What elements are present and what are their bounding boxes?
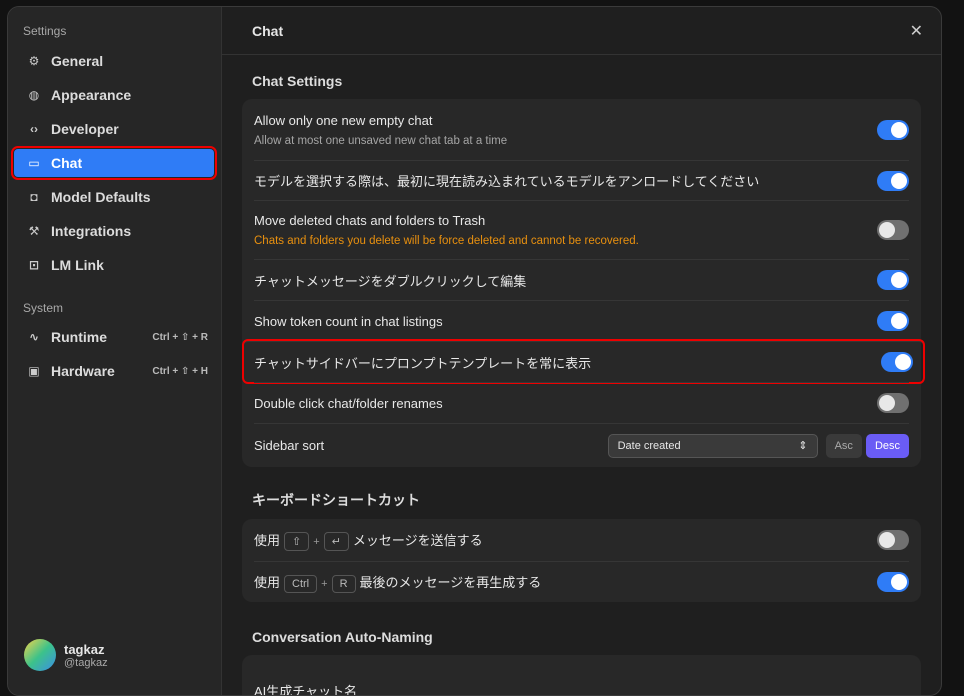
label: Hardware	[51, 363, 115, 379]
setting-row: モデルを選択する際は、最初に現在読み込まれているモデルをアンロードしてください	[254, 160, 909, 200]
chat-settings-card: Allow only one new empty chat Allow at mo…	[242, 99, 921, 467]
auto-naming-card: AI生成チャット名	[242, 655, 921, 696]
shortcut-row: 使用 Ctrl + R 最後のメッセージを再生成する	[254, 561, 909, 602]
user-profile[interactable]: tagkaz@tagkaz	[24, 639, 108, 671]
setting-label: 最後のメッセージを再生成する	[360, 575, 542, 590]
sidebar-item-chat[interactable]: ▭ Chat	[14, 149, 214, 177]
setting-row: チャットメッセージをダブルクリックして編集	[254, 259, 909, 300]
toggle-double-click-edit[interactable]	[877, 270, 909, 290]
prefix: 使用	[254, 533, 280, 548]
setting-row: Double click chat/folder renames	[254, 382, 909, 423]
settings-sidebar: Settings ⚙ General ◍ Appearance ‹› Develope…	[8, 7, 222, 695]
label: Developer	[51, 121, 119, 137]
toggle-token-count[interactable]	[877, 311, 909, 331]
auto-naming-heading: Conversation Auto-Naming	[252, 629, 433, 645]
page-title: Chat	[222, 7, 941, 55]
setting-label: Sidebar sort	[254, 438, 608, 453]
toggle-shift-enter-send[interactable]	[877, 530, 909, 550]
warning-text: Chats and folders you delete will be for…	[254, 235, 877, 247]
key-ctrl: Ctrl	[284, 575, 317, 593]
select-value: Date created	[618, 440, 681, 452]
hammer-icon: ⚒	[26, 224, 42, 238]
toggle-move-to-trash[interactable]	[877, 220, 909, 240]
key-shift: ⇧	[284, 532, 309, 551]
sidebar-item-developer[interactable]: ‹› Developer	[14, 115, 214, 143]
desc-button[interactable]: Desc	[866, 434, 909, 458]
toggle-prompt-template[interactable]	[881, 352, 913, 372]
setting-row: Move deleted chats and folders to Trash C…	[254, 200, 909, 259]
setting-label: モデルを選択する際は、最初に現在読み込まれているモデルをアンロードしてください	[254, 171, 877, 190]
setting-label: Allow only one new empty chat	[254, 113, 877, 128]
gear-icon: ⚙	[26, 54, 42, 68]
sidebar-item-lm-link[interactable]: ⊡ LM Link	[14, 251, 214, 279]
settings-dialog: Settings ⚙ General ◍ Appearance ‹› Develope…	[7, 6, 942, 696]
label: Integrations	[51, 223, 131, 239]
label: LM Link	[51, 257, 104, 273]
setting-label: AI生成チャット名	[254, 659, 909, 696]
setting-label: チャットサイドバーにプロンプトテンプレートを常に表示	[254, 353, 881, 372]
setting-description: Allow at most one unsaved new chat tab a…	[254, 135, 877, 147]
close-icon[interactable]: ✕	[910, 21, 923, 41]
palette-icon: ◍	[26, 88, 42, 102]
toggle-unload-model[interactable]	[877, 171, 909, 191]
chat-bubble-icon: ▭	[26, 156, 42, 170]
sidebar-item-general[interactable]: ⚙ General	[14, 47, 214, 75]
settings-section-label: Settings	[8, 24, 81, 38]
settings-content: Chat ✕ Chat Settings Allow only one new …	[222, 7, 941, 695]
shortcuts-card: 使用 ⇧ + ↵ メッセージを送信する 使用 Ctrl + R 最後のメッセージを再生成する	[242, 519, 921, 602]
robot-icon: ◘	[26, 190, 42, 204]
label: Chat	[51, 155, 82, 171]
user-name: tagkaz	[64, 642, 108, 657]
code-icon: ‹›	[26, 122, 42, 136]
toggle-one-empty-chat[interactable]	[877, 120, 909, 140]
label: Appearance	[51, 87, 131, 103]
setting-label: Move deleted chats and folders to Trash	[254, 213, 877, 228]
sidebar-item-runtime[interactable]: ∿ Runtime Ctrl + ⇧ + R	[14, 323, 214, 351]
setting-label: チャットメッセージをダブルクリックして編集	[254, 271, 877, 290]
setting-label: Double click chat/folder renames	[254, 396, 877, 411]
plus: +	[321, 578, 327, 590]
sidebar-item-appearance[interactable]: ◍ Appearance	[14, 81, 214, 109]
asc-button[interactable]: Asc	[826, 434, 862, 458]
user-handle: @tagkaz	[64, 657, 108, 669]
toggle-double-click-rename[interactable]	[877, 393, 909, 413]
setting-row: AI生成チャット名	[254, 655, 909, 696]
setting-label: メッセージを送信する	[353, 533, 483, 548]
setting-row: Show token count in chat listings	[254, 300, 909, 341]
label: Model Defaults	[51, 189, 151, 205]
prefix: 使用	[254, 575, 280, 590]
activity-icon: ∿	[26, 330, 42, 344]
setting-row-highlighted: チャットサイドバーにプロンプトテンプレートを常に表示	[244, 341, 923, 382]
setting-row: Allow only one new empty chat Allow at mo…	[254, 99, 909, 160]
plus: +	[313, 536, 319, 548]
chip-icon: ▣	[26, 364, 42, 378]
shortcut: Ctrl + ⇧ + R	[152, 332, 208, 343]
sidebar-item-hardware[interactable]: ▣ Hardware Ctrl + ⇧ + H	[14, 357, 214, 385]
shortcut-row: 使用 ⇧ + ↵ メッセージを送信する	[254, 519, 909, 561]
sidebar-item-integrations[interactable]: ⚒ Integrations	[14, 217, 214, 245]
shortcuts-heading: キーボードショートカット	[252, 490, 420, 510]
chevron-up-down-icon: ⇕	[798, 439, 807, 452]
chat-settings-heading: Chat Settings	[252, 73, 342, 89]
label: Runtime	[51, 329, 107, 345]
key-enter: ↵	[324, 532, 349, 551]
setting-row: Sidebar sort Date created ⇕ Asc Desc	[254, 423, 909, 467]
sidebar-item-model-defaults[interactable]: ◘ Model Defaults	[14, 183, 214, 211]
toggle-ctrl-r-regenerate[interactable]	[877, 572, 909, 592]
sidebar-sort-select[interactable]: Date created ⇕	[608, 434, 818, 458]
avatar	[24, 639, 56, 671]
setting-label: Show token count in chat listings	[254, 314, 877, 329]
link-icon: ⊡	[26, 258, 42, 272]
key-r: R	[332, 575, 356, 593]
system-section-label: System	[8, 301, 78, 315]
shortcut: Ctrl + ⇧ + H	[152, 366, 208, 377]
label: General	[51, 53, 103, 69]
